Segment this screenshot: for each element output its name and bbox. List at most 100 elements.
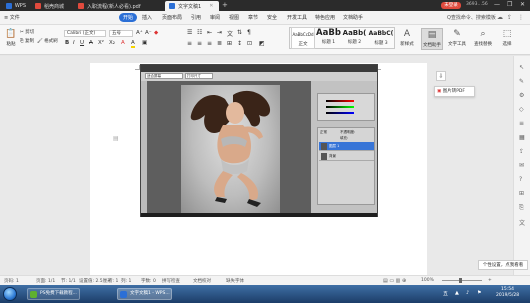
taskbar-item-wps[interactable]: 文字文稿1 - WPS...	[117, 288, 172, 300]
new-style-button[interactable]: A 新样式	[398, 30, 416, 48]
shape-icon[interactable]: ◇	[519, 106, 524, 113]
bold-button[interactable]: B	[65, 40, 69, 46]
tab-writer-doc[interactable]: 文字文稿1 ✕	[165, 1, 219, 11]
page-nav-icon[interactable]: ▤	[113, 135, 119, 142]
search-command-input[interactable]: Q查找命令、搜索模板	[447, 14, 496, 21]
doc-assistant-button[interactable]: ▤ 文档助手	[421, 28, 443, 50]
underline-button[interactable]: U	[80, 40, 84, 46]
tab-pdf-doc[interactable]: 入职流程(新人必看).pdf	[74, 1, 162, 11]
style-heading-1[interactable]: AaBb 标题 1	[316, 27, 341, 49]
menu-review[interactable]: 审阅	[210, 14, 220, 21]
taskbar-item-tutorial[interactable]: PS免费下载教程...	[27, 288, 80, 300]
photoshop-screenshot-image[interactable]: 适合屏幕 打印尺寸 正常 不透明度: 填充: 图层 1 背景	[140, 64, 378, 217]
copy-button[interactable]: ⎘ 复制	[20, 38, 34, 44]
view-mode-icon[interactable]: ▤ ▭ ▥ ⊕	[383, 278, 406, 284]
style-normal[interactable]: AaBbCcDd 正文	[291, 27, 315, 49]
zoom-level[interactable]: 100%	[421, 278, 434, 283]
font-name-select[interactable]: Calibri (正文)	[64, 30, 106, 37]
system-clock[interactable]: 15:54 2019/5/28	[496, 287, 519, 299]
grow-font-button[interactable]: A⁺	[136, 30, 143, 36]
menu-dev-tools[interactable]: 开发工具	[287, 14, 307, 21]
bullet-list-icon[interactable]: ☰	[187, 29, 192, 36]
network-icon[interactable]: ▲	[455, 290, 459, 296]
translate-icon[interactable]: 文	[519, 218, 525, 227]
new-tab-icon[interactable]: +	[222, 1, 228, 9]
tab-docer-store[interactable]: 稻壳商城	[31, 1, 71, 11]
edit-icon[interactable]: ✎	[519, 78, 524, 85]
align-center-icon[interactable]: ≡	[197, 40, 202, 47]
menu-features[interactable]: 特色应用	[315, 14, 335, 21]
style-heading-3[interactable]: AaBbC( 标题 3	[368, 27, 394, 49]
menu-start[interactable]: 开始	[119, 13, 138, 22]
layers-icon[interactable]: ≡	[519, 120, 524, 127]
menu-insert[interactable]: 插入	[142, 14, 152, 21]
status-page-count[interactable]: 页面: 1/1	[36, 278, 55, 284]
justify-icon[interactable]: ≣	[217, 40, 222, 47]
clear-format-button[interactable]: ◆	[154, 30, 158, 36]
start-button[interactable]	[3, 287, 17, 301]
paste-button[interactable]: 📋 粘贴	[4, 30, 18, 48]
font-color-button[interactable]: A	[121, 40, 125, 46]
close-window-icon[interactable]: ✕	[520, 1, 525, 8]
italic-button[interactable]: I	[73, 40, 75, 46]
line-spacing-icon[interactable]: ↕	[237, 40, 242, 47]
share-icon[interactable]: ⇪	[507, 14, 512, 21]
comment-icon[interactable]: ✉	[519, 162, 524, 169]
align-right-icon[interactable]: ≡	[207, 40, 212, 47]
text-tools-button[interactable]: ✎ 文字工具	[446, 30, 468, 48]
distribute-icon[interactable]: ⊞	[227, 40, 232, 47]
missing-font-indicator[interactable]: 缺失字体	[226, 278, 244, 284]
chinese-layout-icon[interactable]: 文	[227, 29, 233, 38]
minimize-icon[interactable]: —	[494, 1, 500, 8]
shrink-font-button[interactable]: A⁻	[145, 30, 152, 36]
sort-icon[interactable]: ⇅	[237, 29, 242, 36]
zoom-slider-thumb[interactable]	[459, 278, 462, 283]
subscript-button[interactable]: X₂	[109, 40, 115, 46]
share-icon[interactable]: ⇪	[519, 148, 524, 155]
volume-icon[interactable]: ♪	[466, 290, 469, 296]
ime-icon[interactable]: 五	[443, 290, 448, 297]
highlight-button[interactable]: A	[131, 40, 135, 48]
menu-view[interactable]: 视图	[229, 14, 239, 21]
close-tab-icon[interactable]: ✕	[209, 3, 213, 9]
login-button[interactable]: 未登录	[441, 2, 461, 9]
doc-check-toggle[interactable]: 文档校对	[193, 278, 211, 284]
char-shading-button[interactable]: ▣	[142, 40, 147, 46]
style-heading-2[interactable]: AaBb( 标题 2	[342, 27, 367, 49]
cursor-tool-icon[interactable]: ↖	[519, 64, 524, 71]
spell-check-toggle[interactable]: 拼写检查	[162, 278, 180, 284]
menu-reference[interactable]: 引用	[191, 14, 201, 21]
flag-icon[interactable]: ⚑	[477, 290, 481, 296]
menu-doc-assistant[interactable]: 文档助手	[343, 14, 363, 21]
export-pdf-tip[interactable]: ▣ 图片转PDF	[434, 86, 475, 97]
format-painter-button[interactable]: 🖌 格式刷	[37, 38, 58, 44]
select-button[interactable]: ⬚ 选择	[500, 30, 514, 48]
borders-icon[interactable]: ⊡	[247, 40, 252, 47]
align-left-icon[interactable]: ≡	[187, 40, 192, 47]
menu-layout[interactable]: 页面布局	[162, 14, 182, 21]
show-marks-icon[interactable]: ¶	[247, 29, 251, 36]
zoom-slider-track[interactable]	[442, 280, 482, 281]
personalize-toast[interactable]: 个性设置，点我看看	[478, 260, 528, 270]
cut-button[interactable]: ✂ 剪切	[20, 29, 34, 35]
number-list-icon[interactable]: ☷	[197, 29, 202, 36]
export-pdf-icon[interactable]: ⇩	[436, 71, 446, 81]
shading-icon[interactable]: ◩	[259, 40, 265, 47]
menu-security[interactable]: 安全	[267, 14, 277, 21]
find-replace-button[interactable]: ⌕ 查找替换	[473, 30, 493, 48]
tab-wps-home[interactable]: WPS	[2, 1, 30, 11]
image-icon[interactable]: ▦	[519, 134, 525, 141]
strikethrough-button[interactable]: A	[89, 40, 93, 46]
more-icon[interactable]: ⋮	[518, 14, 524, 21]
status-word-count[interactable]: 字数: 0	[141, 278, 156, 284]
grid-icon[interactable]: ⊞	[519, 190, 524, 197]
superscript-button[interactable]: X²	[98, 40, 104, 46]
cloud-sync-icon[interactable]: ☁	[497, 14, 503, 21]
maximize-icon[interactable]: ❐	[507, 1, 512, 8]
zoom-in-icon[interactable]: +	[488, 278, 492, 283]
indent-left-icon[interactable]: ⇤	[207, 29, 212, 36]
menu-chapter[interactable]: 章节	[248, 14, 258, 21]
menu-file[interactable]: ≡ 文件	[4, 14, 20, 21]
indent-right-icon[interactable]: ⇥	[217, 29, 222, 36]
adjust-icon[interactable]: ⚙	[519, 92, 524, 99]
